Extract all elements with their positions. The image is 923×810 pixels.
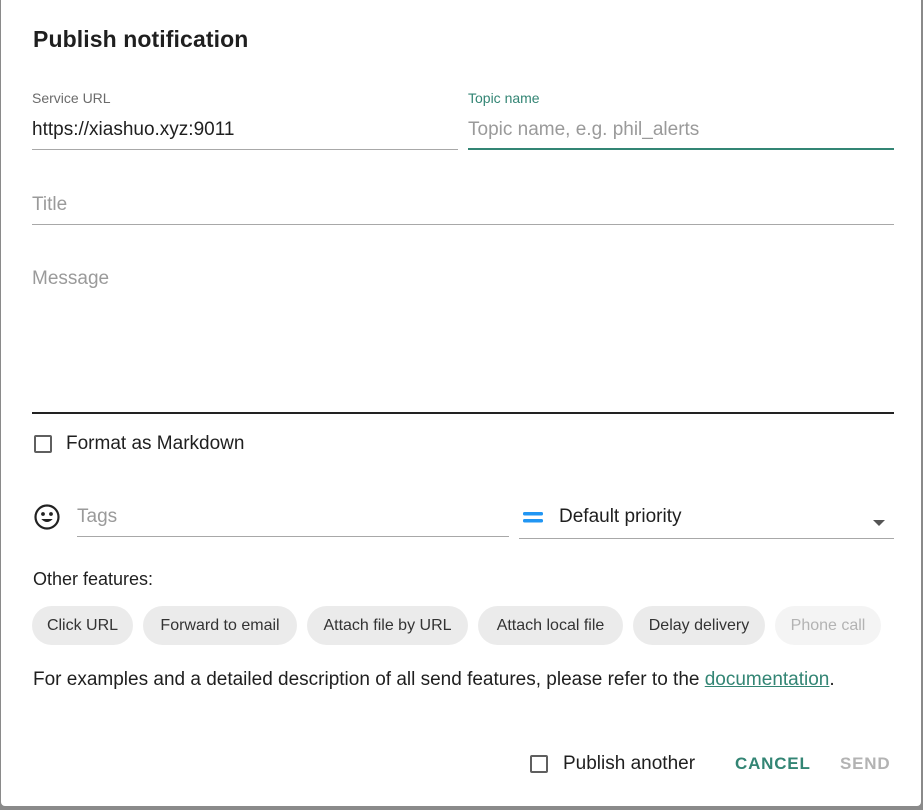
topic-underline [468, 148, 894, 150]
priority-value: Default priority [559, 506, 682, 527]
chip-attach-local-file[interactable]: Attach local file [478, 606, 623, 645]
message-input[interactable] [32, 268, 894, 398]
tags-field[interactable] [77, 500, 509, 537]
send-button: SEND [840, 754, 891, 773]
docs-description: For examples and a detailed description … [33, 669, 835, 691]
emoji-icon[interactable] [33, 503, 61, 531]
message-field[interactable] [32, 264, 894, 414]
service-url-input[interactable] [32, 118, 458, 142]
topic-field[interactable]: Topic name [468, 90, 894, 150]
service-url-underline [32, 149, 458, 150]
dialog-title: Publish notification [33, 26, 249, 52]
chip-attach-file-by-url[interactable]: Attach file by URL [307, 606, 468, 645]
markdown-checkbox[interactable] [34, 435, 52, 453]
priority-underline [519, 538, 894, 539]
chevron-down-icon [872, 514, 886, 526]
chip-delay-delivery[interactable]: Delay delivery [633, 606, 765, 645]
tags-input[interactable] [77, 505, 509, 529]
publish-another-checkbox[interactable] [530, 755, 548, 773]
chip-click-url[interactable]: Click URL [32, 606, 133, 645]
service-url-label: Service URL [32, 90, 111, 106]
docs-text: For examples and a detailed description … [33, 669, 700, 690]
markdown-label: Format as Markdown [66, 433, 245, 454]
other-features-label: Other features: [33, 569, 154, 589]
priority-default-icon [523, 510, 543, 526]
priority-select[interactable]: Default priority [519, 500, 894, 539]
documentation-link[interactable]: documentation [705, 669, 830, 690]
chip-forward-to-email[interactable]: Forward to email [143, 606, 297, 645]
message-underline [32, 412, 894, 414]
chip-phone-call: Phone call [775, 606, 881, 645]
cancel-button[interactable]: CANCEL [735, 754, 811, 774]
service-url-field[interactable]: Service URL [32, 90, 458, 150]
title-input[interactable] [32, 193, 894, 217]
publish-another-label: Publish another [563, 753, 696, 774]
topic-label: Topic name [468, 90, 540, 106]
title-field[interactable] [32, 185, 894, 225]
publish-dialog: Publish notification Service URL Topic n… [1, 0, 921, 806]
docs-suffix: . [829, 669, 835, 690]
title-underline [32, 224, 894, 225]
topic-input[interactable] [468, 118, 894, 142]
tags-underline [77, 536, 509, 537]
